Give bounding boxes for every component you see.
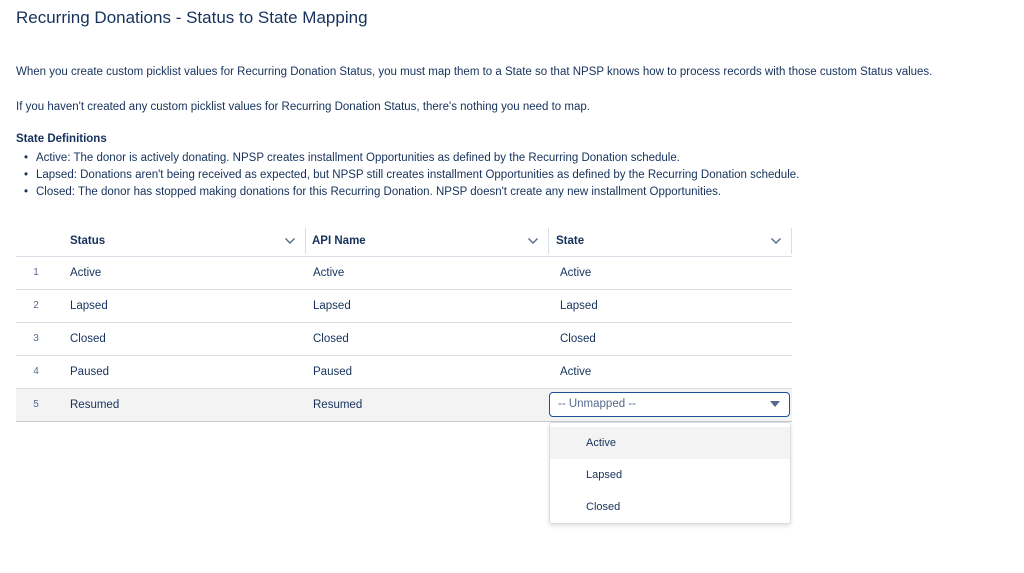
table-row: 2 Lapsed Lapsed Lapsed bbox=[16, 290, 792, 323]
chevron-down-icon[interactable] bbox=[284, 236, 296, 246]
state-cell[interactable]: Closed bbox=[560, 323, 596, 355]
state-definitions-heading: State Definitions bbox=[16, 133, 107, 145]
status-cell: Resumed bbox=[70, 399, 120, 411]
api-name-cell: Resumed bbox=[313, 399, 363, 411]
table-row: 3 Closed Closed Closed bbox=[16, 323, 792, 356]
column-header-label: State bbox=[556, 235, 585, 247]
status-cell: Lapsed bbox=[70, 300, 108, 312]
definition-closed: • Closed: The donor has stopped making do… bbox=[16, 184, 799, 201]
bullet: • bbox=[24, 152, 29, 164]
status-cell: Paused bbox=[70, 366, 110, 378]
bullet: • bbox=[24, 186, 29, 198]
column-header-label: API Name bbox=[312, 235, 366, 247]
table-header: Status API Name State bbox=[16, 226, 792, 257]
state-cell[interactable]: Active bbox=[560, 356, 591, 388]
column-header-label: Status bbox=[70, 235, 106, 247]
bullet: • bbox=[24, 169, 29, 181]
dropdown-option-active[interactable]: Active bbox=[550, 427, 790, 459]
state-select[interactable]: -- Unmapped -- bbox=[549, 392, 790, 417]
state-select-value: -- Unmapped -- bbox=[558, 398, 636, 410]
definition-text: Closed: The donor has stopped making don… bbox=[36, 186, 722, 198]
chevron-down-icon[interactable] bbox=[527, 236, 539, 246]
row-number: 3 bbox=[33, 333, 39, 344]
definition-lapsed: • Lapsed: Donations aren't being received… bbox=[16, 167, 799, 184]
column-header-status[interactable]: Status bbox=[16, 226, 306, 256]
state-cell[interactable]: Active bbox=[560, 257, 591, 289]
table-row: 4 Paused Paused Active bbox=[16, 356, 792, 389]
table-row: 1 Active Active Active bbox=[16, 257, 792, 290]
page-title: Recurring Donations - Status to State Ma… bbox=[16, 8, 368, 27]
row-number: 5 bbox=[33, 399, 39, 410]
caret-down-icon[interactable] bbox=[770, 401, 780, 408]
row-number: 1 bbox=[33, 267, 39, 278]
api-name-cell: Lapsed bbox=[313, 300, 351, 312]
dropdown-option-closed[interactable]: Closed bbox=[550, 491, 790, 523]
chevron-down-icon[interactable] bbox=[770, 236, 782, 246]
state-dropdown-menu: Active Lapsed Closed bbox=[549, 422, 791, 524]
intro-text-no-mapping: If you haven't created any custom pickli… bbox=[16, 101, 590, 113]
column-header-state[interactable]: State bbox=[549, 226, 792, 256]
table-row-selected: 5 Resumed Resumed -- Unmapped -- bbox=[16, 389, 792, 422]
column-header-api-name[interactable]: API Name bbox=[306, 226, 549, 256]
row-number: 2 bbox=[33, 300, 39, 311]
definition-text: Active: The donor is actively donating. … bbox=[36, 152, 680, 164]
api-name-cell: Paused bbox=[313, 366, 353, 378]
row-number: 4 bbox=[33, 366, 39, 377]
api-name-cell: Closed bbox=[313, 333, 349, 345]
status-cell: Active bbox=[70, 267, 102, 279]
api-name-cell: Active bbox=[313, 267, 345, 279]
definition-active: • Active: The donor is actively donating.… bbox=[16, 150, 799, 167]
status-cell: Closed bbox=[70, 333, 106, 345]
state-cell[interactable]: Lapsed bbox=[560, 290, 598, 322]
definition-text: Lapsed: Donations aren't being received … bbox=[36, 169, 800, 181]
column-divider[interactable] bbox=[791, 228, 792, 254]
intro-text-custom-values: When you create custom picklist values f… bbox=[16, 66, 933, 78]
state-definitions-list: • Active: The donor is actively donating.… bbox=[16, 150, 799, 201]
status-mapping-table: Status API Name State 1 Active Active Ac… bbox=[16, 226, 792, 422]
dropdown-option-lapsed[interactable]: Lapsed bbox=[550, 459, 790, 491]
